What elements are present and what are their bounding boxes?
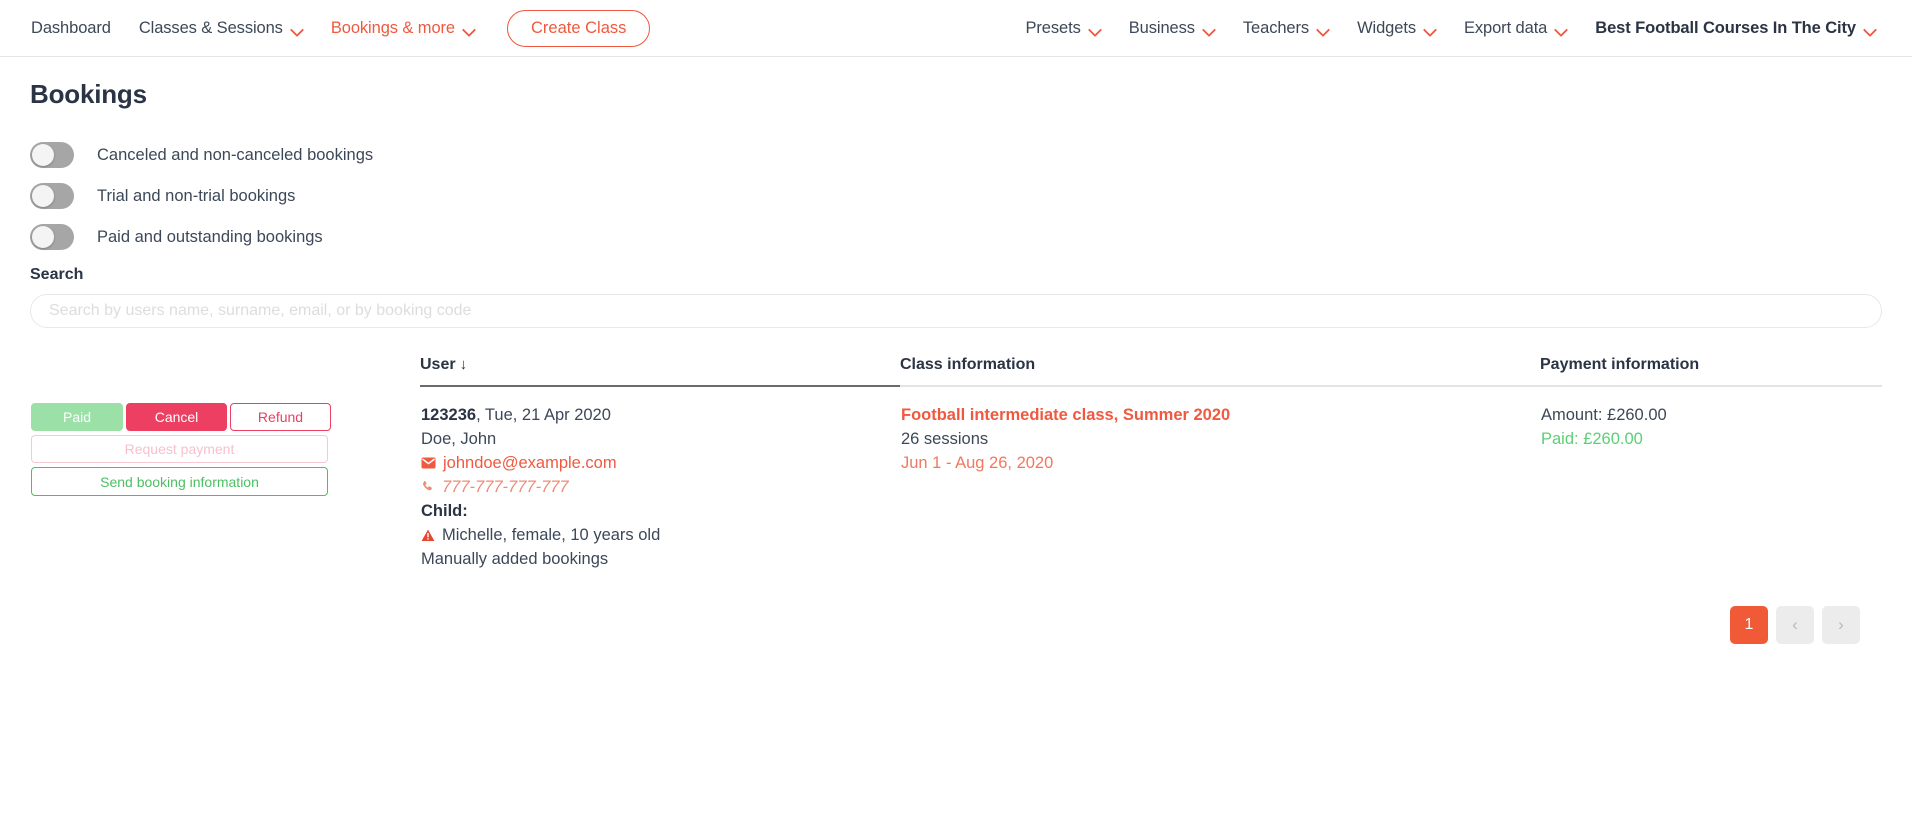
cell-user: 123236, Tue, 21 Apr 2020 Doe, John johnd… — [420, 386, 900, 572]
toggle-row-trial: Trial and non-trial bookings — [30, 179, 1882, 213]
filter-toggles: Canceled and non-canceled bookings Trial… — [30, 138, 1882, 254]
nav-item-label: Dashboard — [31, 18, 111, 37]
email-icon — [421, 457, 436, 469]
phone-icon — [421, 480, 435, 494]
pagination-next-button[interactable]: › — [1822, 606, 1860, 644]
cell-class-information: Football intermediate class, Summer 2020… — [900, 386, 1540, 572]
toggle-label-canceled: Canceled and non-canceled bookings — [97, 145, 374, 164]
table-header: User ↓ Class information Payment informat… — [30, 356, 1882, 387]
mark-paid-button[interactable]: Paid — [31, 403, 123, 431]
table-header-row: User ↓ Class information Payment informat… — [30, 356, 1882, 387]
toggle-paid-bookings[interactable] — [30, 224, 74, 250]
child-details-row: Michelle, female, 10 years old — [421, 523, 899, 547]
column-header-payment-information: Payment information — [1540, 356, 1882, 387]
user-phone-row[interactable]: 777-777-777-777 — [421, 475, 899, 499]
nav-item-dashboard[interactable]: Dashboard — [17, 13, 125, 44]
pagination: 1 ‹ › — [30, 606, 1882, 644]
booking-code: 123236 — [421, 406, 477, 424]
class-sessions-count: 26 sessions — [901, 430, 989, 448]
chevron-down-icon — [1318, 24, 1329, 35]
page-title: Bookings — [30, 79, 147, 109]
chevron-down-icon — [464, 24, 475, 35]
cell-payment-information: Amount: £260.00 Paid: £260.00 — [1540, 386, 1882, 572]
chevron-down-icon — [1865, 24, 1876, 35]
class-title-link[interactable]: Football intermediate class, Summer 2020 — [901, 403, 1539, 427]
booking-date: , Tue, 21 Apr 2020 — [476, 406, 611, 424]
nav-item-label: Business — [1128, 18, 1195, 37]
child-details: Michelle, female, 10 years old — [442, 526, 661, 544]
cancel-booking-button[interactable]: Cancel — [126, 403, 227, 431]
request-payment-button[interactable]: Request payment — [31, 435, 328, 463]
nav-left-group: Dashboard Classes & Sessions Bookings & … — [0, 9, 651, 47]
search-input[interactable] — [30, 294, 1882, 328]
bookings-table: User ↓ Class information Payment informat… — [30, 356, 1882, 572]
pagination-prev-button[interactable]: ‹ — [1776, 606, 1814, 644]
search-label: Search — [30, 266, 84, 283]
nav-item-presets[interactable]: Presets — [1012, 13, 1115, 44]
nav-item-label: Teachers — [1242, 18, 1310, 37]
toggle-knob — [32, 185, 54, 207]
create-class-button[interactable]: Create Class — [507, 9, 651, 47]
nav-item-export-data[interactable]: Export data — [1450, 13, 1581, 44]
toggle-row-canceled: Canceled and non-canceled bookings — [30, 138, 1882, 172]
nav-item-label: Export data — [1463, 18, 1548, 37]
toggle-label-paid: Paid and outstanding bookings — [97, 227, 323, 246]
column-header-class-information: Class information — [900, 356, 1540, 387]
column-header-user[interactable]: User ↓ — [420, 356, 900, 387]
send-booking-information-button[interactable]: Send booking information — [31, 467, 328, 496]
chevron-down-icon — [292, 24, 303, 35]
toggle-row-paid: Paid and outstanding bookings — [30, 220, 1882, 254]
nav-item-teachers[interactable]: Teachers — [1229, 13, 1343, 44]
nav-item-label: Widgets — [1357, 18, 1416, 37]
toggle-knob — [32, 144, 54, 166]
booking-source: Manually added bookings — [421, 550, 609, 568]
user-email: johndoe@example.com — [443, 454, 617, 472]
toggle-label-trial: Trial and non-trial bookings — [97, 186, 296, 205]
child-label: Child: — [421, 502, 468, 520]
top-navigation-bar: Dashboard Classes & Sessions Bookings & … — [0, 0, 1912, 57]
nav-item-widgets[interactable]: Widgets — [1343, 13, 1450, 44]
booking-code-and-date: 123236, Tue, 21 Apr 2020 — [421, 403, 899, 427]
chevron-down-icon — [1425, 24, 1436, 35]
nav-item-label: Classes & Sessions — [138, 18, 283, 37]
nav-item-bookings-more[interactable]: Bookings & more — [317, 13, 489, 44]
pagination-page-1[interactable]: 1 — [1730, 606, 1768, 644]
table-row: Paid Cancel Refund Request payment Send … — [30, 386, 1882, 572]
user-email-row[interactable]: johndoe@example.com — [421, 451, 899, 475]
toggle-canceled-bookings[interactable] — [30, 142, 74, 168]
nav-item-business[interactable]: Business — [1115, 13, 1229, 44]
nav-item-classes-sessions[interactable]: Classes & Sessions — [125, 13, 317, 44]
cell-actions: Paid Cancel Refund Request payment Send … — [30, 386, 420, 572]
user-name: Doe, John — [421, 430, 497, 448]
toggle-knob — [32, 226, 54, 248]
refund-button[interactable]: Refund — [230, 403, 331, 431]
payment-amount: Amount: £260.00 — [1541, 406, 1667, 424]
table-body: Paid Cancel Refund Request payment Send … — [30, 386, 1882, 572]
sort-descending-icon: ↓ — [459, 356, 468, 373]
user-phone: 777-777-777-777 — [442, 478, 569, 496]
chevron-down-icon — [1090, 24, 1101, 35]
column-header-user-label: User — [420, 356, 456, 373]
class-date-range: Jun 1 - Aug 26, 2020 — [901, 454, 1054, 472]
nav-item-label: Presets — [1025, 18, 1081, 37]
action-button-row: Paid Cancel Refund — [31, 403, 419, 431]
nav-item-account-menu[interactable]: Best Football Courses In The City — [1581, 13, 1890, 44]
column-header-actions — [30, 356, 420, 386]
nav-item-label: Bookings & more — [330, 18, 455, 37]
page-content: Bookings Canceled and non-canceled booki… — [0, 79, 1912, 644]
payment-paid: Paid: £260.00 — [1541, 430, 1643, 448]
chevron-down-icon — [1204, 24, 1215, 35]
toggle-trial-bookings[interactable] — [30, 183, 74, 209]
nav-right-group: Presets Business Teachers Widgets Export… — [1012, 13, 1912, 44]
chevron-down-icon — [1556, 24, 1567, 35]
nav-item-label: Best Football Courses In The City — [1595, 18, 1856, 37]
warning-icon — [421, 529, 435, 542]
